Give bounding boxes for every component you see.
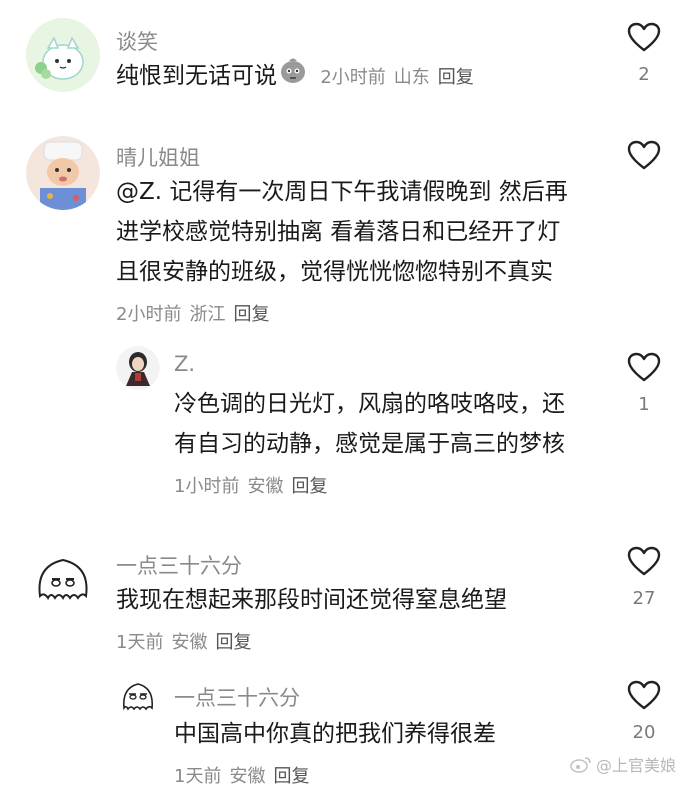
comment-location: 安徽 — [229, 766, 266, 787]
user-avatar[interactable] — [116, 346, 160, 390]
like-count: 27 — [632, 588, 656, 609]
comment-text-line: 且很安静的班级，觉得恍恍惚惚特别不真实 — [116, 259, 553, 285]
user-avatar[interactable] — [116, 676, 160, 720]
comment-location: 安徽 — [171, 632, 208, 653]
like-count: 20 — [632, 722, 656, 743]
comment-item: 一点三十六分 我现在想起来那段时间还觉得窒息绝望 1天前 安徽 回复 27 — [0, 530, 690, 670]
comment-meta: 1天前 安徽 回复 — [174, 762, 317, 788]
comment-item: 晴儿姐姐 @Z. 记得有一次周日下午我请假晚到 然后再 进学校感觉特别抽离 看着… — [0, 120, 690, 340]
user-avatar[interactable] — [26, 18, 100, 92]
comment-time: 1天前 — [116, 632, 164, 653]
heart-icon — [627, 680, 661, 710]
comment-location: 安徽 — [247, 476, 284, 497]
reply-button[interactable]: 回复 — [438, 67, 474, 88]
like-count: 2 — [638, 64, 650, 85]
speechless-emoji-icon — [279, 56, 307, 97]
reply-button[interactable]: 回复 — [233, 304, 269, 325]
watermark-text: @上官美娘 — [595, 755, 676, 775]
comment-time: 2小时前 — [320, 67, 386, 88]
username[interactable]: 一点三十六分 — [174, 682, 300, 712]
user-avatar[interactable] — [26, 546, 100, 620]
like-button[interactable]: 20 — [627, 680, 661, 743]
comment-text-line: 进学校感觉特别抽离 看着落日和已经开了灯 — [116, 219, 561, 245]
watermark: @上官美娘 — [570, 752, 676, 778]
reply-item: Z. 冷色调的日光灯，风扇的咯吱咯吱，还 有自习的动静，感觉是属于高三的梦核 1… — [0, 340, 690, 510]
comment-text-line: @Z. 记得有一次周日下午我请假晚到 然后再 — [116, 179, 568, 205]
user-avatar[interactable] — [26, 136, 100, 210]
comment-location: 浙江 — [189, 304, 226, 325]
heart-icon — [627, 352, 661, 382]
comment-text: 纯恨到无话可说 2小时前 山东 回复 — [116, 56, 482, 98]
username[interactable]: Z. — [174, 352, 195, 376]
like-button[interactable]: 1 — [627, 352, 661, 415]
comment-text-line: 中国高中你真的把我们养得很差 — [174, 721, 496, 747]
username[interactable]: 晴儿姐姐 — [116, 142, 200, 172]
comment-meta: 1天前 安徽 回复 — [116, 628, 259, 654]
like-count: 1 — [638, 394, 650, 415]
comment-item: 谈笑 纯恨到无话可说 2小时前 山东 回复 2 — [0, 0, 690, 120]
reply-button[interactable]: 回复 — [291, 476, 327, 497]
like-button[interactable]: 27 — [627, 546, 661, 609]
comment-text-line: 我现在想起来那段时间还觉得窒息绝望 — [116, 587, 507, 613]
like-button[interactable]: 2 — [627, 22, 661, 85]
reply-button[interactable]: 回复 — [273, 766, 309, 787]
weibo-logo-icon — [570, 755, 592, 777]
comment-meta: 1小时前 安徽 回复 — [174, 472, 335, 498]
heart-icon — [627, 546, 661, 576]
username[interactable]: 谈笑 — [116, 26, 158, 56]
reply-button[interactable]: 回复 — [215, 632, 251, 653]
heart-icon — [627, 22, 661, 52]
comment-text-line: 冷色调的日光灯，风扇的咯吱咯吱，还 — [174, 391, 565, 417]
comment-time: 2小时前 — [116, 304, 182, 325]
heart-icon — [627, 140, 661, 170]
like-button[interactable] — [627, 140, 661, 170]
comment-text-line: 有自习的动静，感觉是属于高三的梦核 — [174, 431, 565, 457]
comment-time: 1天前 — [174, 766, 222, 787]
comment-location: 山东 — [393, 67, 430, 88]
username[interactable]: 一点三十六分 — [116, 550, 242, 580]
comment-time: 1小时前 — [174, 476, 240, 497]
comment-meta: 2小时前 浙江 回复 — [116, 300, 277, 326]
